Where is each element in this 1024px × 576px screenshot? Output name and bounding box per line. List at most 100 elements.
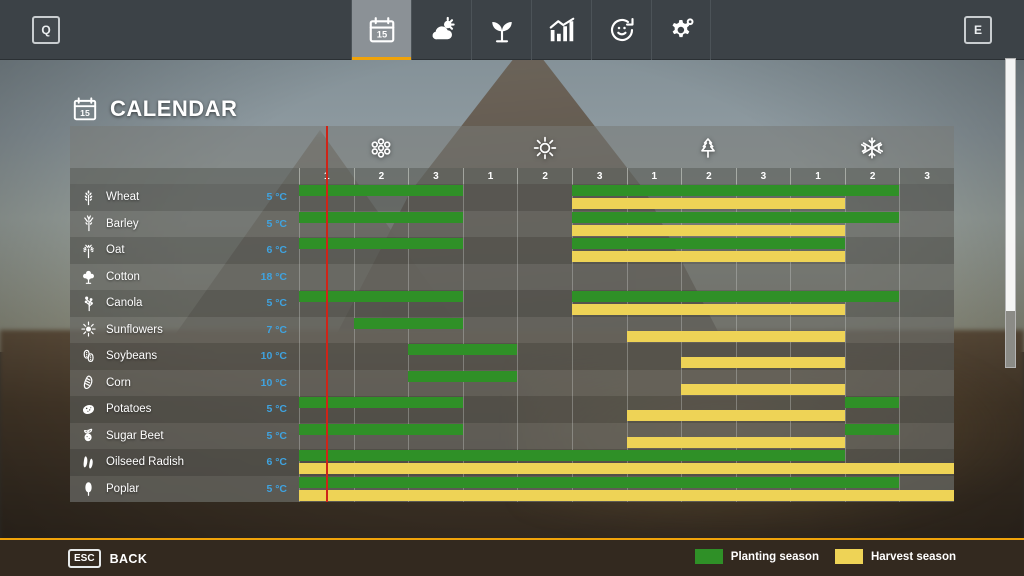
calendar-scrollbar[interactable] (1005, 58, 1016, 368)
month-label-winter-2: 2 (844, 168, 900, 184)
grid-line (899, 184, 901, 211)
crop-min-temperature: 5 °C (266, 297, 287, 310)
legend-label: Harvest season (870, 550, 956, 563)
crop-row[interactable]: Canola 5 °C (70, 290, 954, 317)
crop-timeline (299, 369, 954, 397)
season-header-summer (463, 128, 627, 168)
grid-line (626, 343, 628, 370)
month-label-winter-3: 3 (899, 168, 954, 184)
calendar-legend: Planting season Harvest season (694, 549, 956, 564)
grid-line (299, 343, 300, 370)
season-header-autumn (627, 128, 791, 168)
page-title: CALENDAR (110, 96, 238, 121)
grid-line (844, 237, 846, 264)
sugarbeet-icon (80, 427, 97, 444)
crop-row[interactable]: Sugar Beet 5 °C (70, 422, 954, 450)
oilseedradish-icon (80, 454, 97, 471)
crop-row[interactable]: Cotton 18 °C (70, 263, 954, 291)
tab-statistics[interactable] (531, 0, 591, 60)
month-label-spring-3: 3 (408, 168, 463, 184)
grid-line (899, 263, 901, 291)
grid-line (681, 263, 683, 291)
planting-season-bar (844, 397, 900, 408)
grid-line (299, 263, 300, 291)
crop-timeline (299, 184, 954, 211)
crop-row[interactable]: Soybeans 10 °C (70, 343, 954, 370)
crop-min-temperature: 5 °C (266, 217, 287, 230)
crop-min-temperature: 6 °C (266, 244, 287, 257)
grid-line (462, 184, 464, 211)
crop-row[interactable]: Poplar 5 °C (70, 475, 954, 502)
grid-line (571, 263, 573, 291)
legend-item: Planting season (694, 549, 819, 564)
scrollbar-thumb[interactable] (1006, 311, 1015, 367)
barley-icon (80, 215, 97, 232)
blossom-icon (369, 136, 393, 160)
page-heading: 15 CALENDAR (72, 96, 237, 122)
crop-row[interactable]: Corn 10 °C (70, 369, 954, 397)
crop-timeline (299, 422, 954, 450)
grid-line (899, 290, 901, 317)
grid-line (462, 316, 464, 344)
tab-settings[interactable] (651, 0, 711, 60)
planting-season-bar (353, 317, 463, 329)
month-label-summer-3: 3 (571, 168, 627, 184)
crop-name: Barley (106, 217, 139, 230)
grid-line (462, 290, 464, 317)
planting-season-bar (299, 211, 463, 223)
crop-name: Cotton (106, 270, 140, 283)
svg-text:15: 15 (80, 108, 90, 118)
sun-icon (533, 136, 557, 160)
grid-line (790, 263, 792, 291)
season-header-spring (299, 128, 463, 168)
prev-page-key-q[interactable]: Q (32, 16, 60, 44)
grid-line (517, 396, 519, 423)
crop-timeline (299, 263, 954, 291)
crop-row[interactable]: Oilseed Radish 6 °C (70, 449, 954, 476)
crop-name: Sunflowers (106, 323, 163, 336)
crop-row[interactable]: Sunflowers 7 °C (70, 316, 954, 344)
calendar-panel: 123123123123 Wheat 5 °C Barley 5 °C Oat 6 °C C… (70, 126, 954, 502)
crop-row[interactable]: Wheat 5 °C (70, 184, 954, 211)
crop-row-label: Oilseed Radish 6 °C (70, 449, 299, 476)
planting-season-bar (299, 185, 463, 196)
harvest-season-bar (571, 224, 845, 236)
crop-name: Potatoes (106, 403, 152, 416)
harvest-season-bar (571, 198, 845, 209)
crop-row-label: Soybeans 10 °C (70, 343, 299, 370)
tab-plants[interactable] (471, 0, 531, 60)
grid-line (844, 343, 846, 370)
crop-row-label: Potatoes 5 °C (70, 396, 299, 423)
tab-weather[interactable] (411, 0, 471, 60)
grid-line (462, 422, 464, 450)
calendar-icon: 15 (72, 96, 98, 122)
tab-calendar[interactable]: 15 (351, 0, 411, 60)
crop-name: Oat (106, 244, 125, 257)
grid-line (462, 237, 464, 264)
grid-line (571, 369, 573, 397)
crop-row[interactable]: Oat 6 °C (70, 237, 954, 264)
grid-line (571, 316, 573, 344)
planting-season-bar (571, 211, 900, 223)
next-page-key-e[interactable]: E (964, 16, 992, 44)
bar-chart-icon (547, 15, 577, 45)
tab-production[interactable] (591, 0, 651, 60)
grid-line (517, 237, 519, 264)
crop-row[interactable]: Barley 5 °C (70, 210, 954, 238)
grid-line (626, 369, 628, 397)
planting-season-bar (408, 344, 518, 355)
grid-line (899, 316, 901, 344)
crop-timeline (299, 396, 954, 423)
leaf-icon (696, 136, 720, 160)
calendar-icon: 15 (367, 15, 397, 45)
grid-line (571, 343, 573, 370)
crop-row[interactable]: Potatoes 5 °C (70, 396, 954, 423)
back-button[interactable]: ESC BACK (68, 549, 147, 568)
legend-item: Harvest season (834, 549, 956, 564)
crop-min-temperature: 10 °C (260, 376, 287, 389)
grid-line (626, 263, 628, 291)
cycle-icon (607, 15, 637, 45)
grid-line (735, 263, 737, 291)
potato-icon (80, 401, 97, 418)
month-label-spring-2: 2 (353, 168, 409, 184)
